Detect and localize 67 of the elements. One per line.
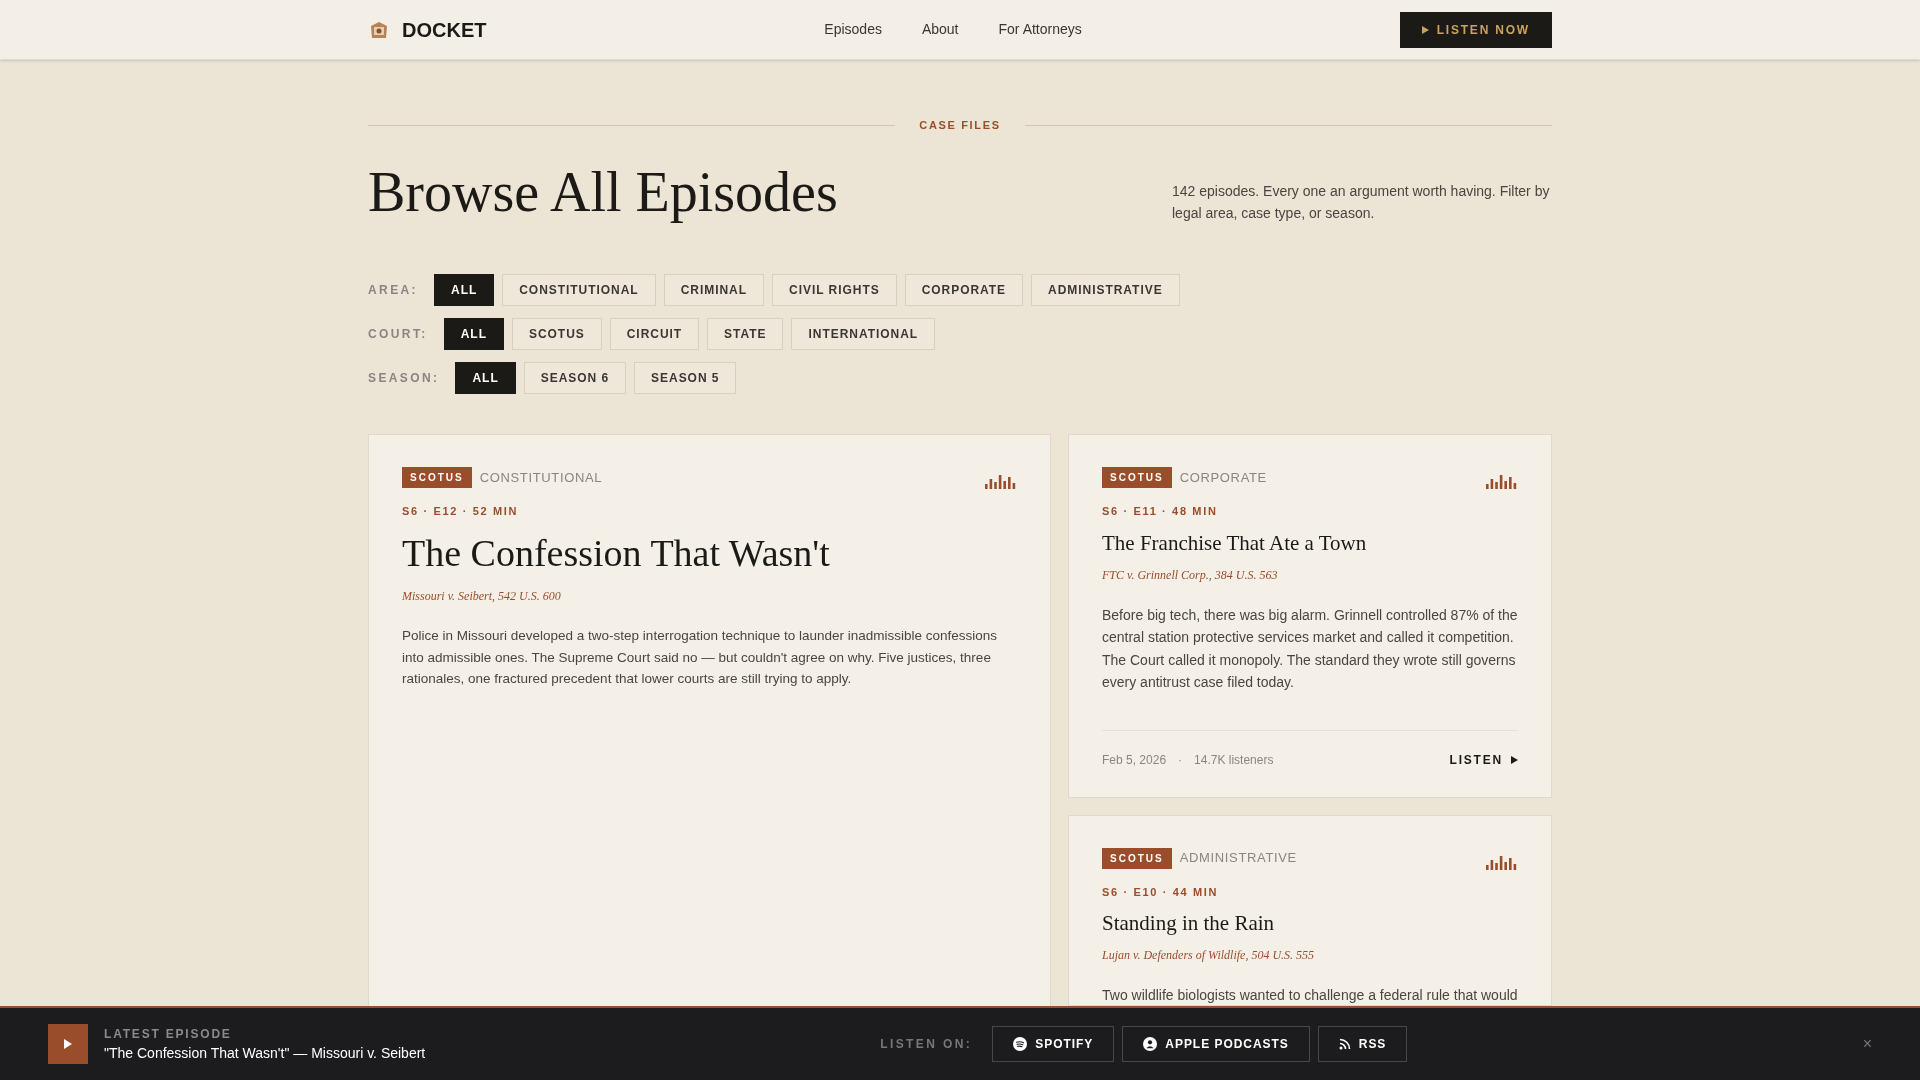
- close-button[interactable]: ×: [1862, 1032, 1872, 1056]
- filter-chip[interactable]: STATE: [707, 318, 784, 351]
- episode-meta: S6 · E11 · 48 MIN: [1102, 504, 1219, 520]
- episode-meta: S6 · E12 · 52 MIN: [402, 504, 520, 520]
- player-label: LATEST EPISODE: [104, 1025, 233, 1043]
- nav-link[interactable]: For Attorneys: [998, 19, 1082, 40]
- listen-now-button[interactable]: LISTEN NOW: [1399, 11, 1552, 48]
- platform-button[interactable]: SPOTIFY: [992, 1026, 1115, 1062]
- play-icon: [1511, 755, 1518, 764]
- nav-link[interactable]: Episodes: [824, 19, 882, 40]
- filter-chip[interactable]: CIRCUIT: [609, 318, 700, 351]
- logo-icon: [368, 19, 390, 40]
- page-intro: 142 episodes. Every one an argument worth having. Filter by legal area, case type, or season.: [1172, 181, 1551, 223]
- episode-card[interactable]: SCOTUS ADMINISTRATIVE S6 · E10 · 44 MIN Standing in the Rain Lujan v. Defenders of Wildlife, 504 U.S. 555 Two wildlife biologists wanted to challenge a federal rule that would: [1068, 814, 1552, 1006]
- filter-chip[interactable]: ALL: [443, 318, 504, 351]
- filter-chip[interactable]: CONSTITUTIONAL: [502, 274, 656, 307]
- play-icon: [64, 1039, 72, 1049]
- filter-chip[interactable]: CORPORATE: [904, 274, 1024, 307]
- episode-title: Standing in the Rain: [1102, 910, 1276, 937]
- spotify-icon: [1013, 1037, 1028, 1051]
- platform-button[interactable]: APPLE PODCASTS: [1122, 1026, 1310, 1062]
- listener-count: 14.7K listeners: [1194, 751, 1274, 769]
- filter-label: COURT:: [368, 326, 428, 344]
- episode-title: The Franchise That Ate a Town: [1102, 529, 1368, 557]
- case-citation: Lujan v. Defenders of Wildlife, 504 U.S. 555: [1102, 947, 1316, 965]
- episode-summary: Police in Missouri developed a two-step interrogation technique to launder inadmissible confessions into admissible ones. The Supreme Court said no — but couldn't agree on why. Five justices, three rationales, one fractured precedent that lower courts are still trying to apply.: [402, 627, 999, 689]
- episode-date: Feb 5, 2026: [1102, 751, 1167, 769]
- episode-summary: Before big tech, there was big alarm. Grinnell controlled 87% of the central station protective services market and called it competition. The Court called it monopoly. The standard they wrote still governs every antitrust case filed today.: [1102, 606, 1518, 693]
- nav-link[interactable]: About: [921, 19, 959, 40]
- now-playing-title: "The Confession That Wasn't" — Missouri v. Seibert: [104, 1043, 426, 1063]
- filter-chip[interactable]: CRIMINAL: [663, 274, 764, 307]
- listen-on-label: LISTEN ON:: [880, 1036, 973, 1053]
- section-eyebrow: CASE FILES: [919, 118, 1001, 133]
- area-label: CORPORATE: [1179, 469, 1267, 488]
- episode-meta: S6 · E10 · 44 MIN: [1102, 884, 1220, 900]
- court-tag: SCOTUS: [1102, 467, 1172, 489]
- filter-chip[interactable]: SEASON 6: [523, 362, 627, 395]
- podcast-icon: [1143, 1037, 1158, 1051]
- filter-chip[interactable]: SEASON 5: [634, 362, 737, 395]
- court-tag: SCOTUS: [1102, 847, 1172, 869]
- episode-title: The Confession That Wasn't: [402, 530, 831, 576]
- brand-name[interactable]: DOCKET: [402, 14, 487, 45]
- filter-chip[interactable]: CIVIL RIGHTS: [772, 274, 897, 307]
- waveform-icon: [1486, 853, 1518, 870]
- listen-link[interactable]: LISTEN: [1449, 750, 1518, 769]
- waveform-icon: [1486, 473, 1518, 490]
- episode-card[interactable]: [368, 434, 1051, 1006]
- episode-summary: Two wildlife biologists wanted to challenge a federal rule that would: [1102, 986, 1518, 1005]
- area-label: CONSTITUTIONAL: [479, 469, 603, 488]
- filter-chip[interactable]: INTERNATIONAL: [791, 318, 936, 351]
- episode-card[interactable]: [1068, 434, 1552, 798]
- platform-button[interactable]: RSS: [1317, 1026, 1408, 1062]
- filter-chip[interactable]: ADMINISTRATIVE: [1031, 274, 1180, 307]
- filter-chip[interactable]: ALL: [455, 362, 516, 395]
- court-tag: SCOTUS: [402, 467, 472, 489]
- case-citation: Missouri v. Seibert, 542 U.S. 600: [402, 588, 562, 606]
- play-button[interactable]: [48, 1024, 88, 1064]
- separator-dot: ·: [1178, 751, 1183, 769]
- filter-label: AREA:: [368, 282, 418, 300]
- play-icon: [1421, 25, 1429, 34]
- filter-label: SEASON:: [368, 370, 440, 388]
- filter-chip[interactable]: ALL: [434, 274, 495, 307]
- area-label: ADMINISTRATIVE: [1179, 849, 1297, 868]
- rss-icon: [1338, 1038, 1351, 1050]
- filter-chip[interactable]: SCOTUS: [511, 318, 602, 351]
- waveform-icon: [985, 473, 1017, 490]
- case-citation: FTC v. Grinnell Corp., 384 U.S. 563: [1102, 567, 1279, 585]
